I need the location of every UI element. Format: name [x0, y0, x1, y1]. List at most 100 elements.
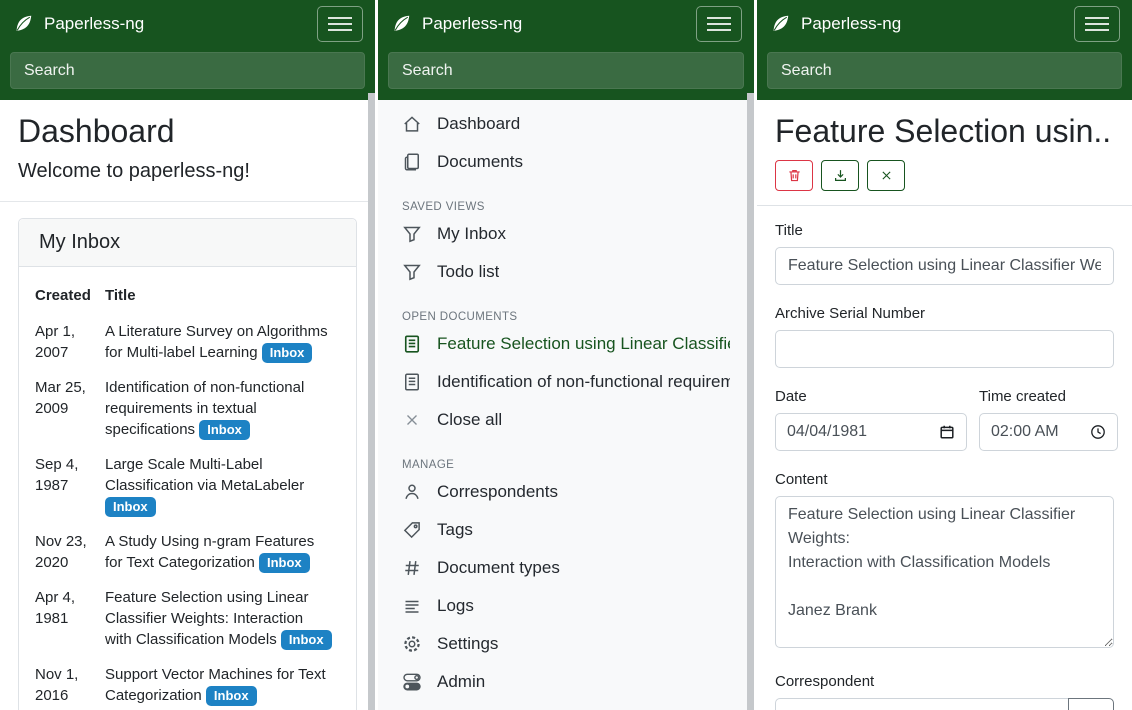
search-input[interactable] — [767, 52, 1122, 89]
time-input[interactable]: 02:00 AM — [979, 413, 1118, 451]
welcome-text: Welcome to paperless-ng! — [18, 160, 357, 183]
toggles-icon — [402, 672, 422, 692]
date-input[interactable]: 04/04/1981 — [775, 413, 967, 451]
inbox-tag-badge[interactable]: Inbox — [281, 630, 332, 650]
hamburger-icon[interactable] — [696, 6, 742, 42]
header-divider — [757, 205, 1132, 206]
date-time-row: Date 04/04/1981 Time created 02:00 AM — [775, 388, 1114, 451]
title-input[interactable] — [775, 247, 1114, 285]
menu-item-open-document-1[interactable]: Feature Selection using Linear Classifie… — [378, 325, 754, 363]
inbox-table: Created Title Apr 1, 2007 A Literature S… — [35, 283, 340, 710]
row-created: Mar 25, 2009 — [35, 370, 105, 447]
row-created: Nov 1, 2016 — [35, 657, 105, 710]
date-field: Date 04/04/1981 — [775, 388, 967, 451]
navbar: Paperless-ng — [0, 0, 375, 48]
table-row[interactable]: Sep 4, 1987 Large Scale Multi-Label Clas… — [35, 447, 340, 524]
inbox-tag-badge[interactable]: Inbox — [206, 686, 257, 706]
asn-label: Archive Serial Number — [775, 305, 1114, 322]
menu-item-documents[interactable]: Documents — [378, 143, 754, 181]
hamburger-icon[interactable] — [317, 6, 363, 42]
menu-item-correspondents[interactable]: Correspondents — [378, 473, 754, 511]
column-header-title: Title — [105, 283, 340, 314]
menu-item-close-all[interactable]: Close all — [378, 401, 754, 439]
clock-icon[interactable] — [1090, 424, 1106, 440]
inbox-tag-badge[interactable]: Inbox — [259, 553, 310, 573]
page-title: Dashboard — [18, 113, 357, 150]
file-text-icon — [402, 372, 422, 392]
asn-input[interactable] — [775, 330, 1114, 368]
scrollbar[interactable] — [368, 93, 375, 710]
menu-item-label: Logs — [437, 596, 474, 616]
row-created: Apr 4, 1981 — [35, 580, 105, 657]
table-row[interactable]: Apr 4, 1981 Feature Selection using Line… — [35, 580, 340, 657]
navbar: Paperless-ng — [378, 0, 754, 48]
menu-item-label: Close all — [437, 410, 502, 430]
download-icon — [833, 168, 848, 183]
hash-icon — [402, 558, 422, 578]
table-row[interactable]: Nov 1, 2016 Support Vector Machines for … — [35, 657, 340, 710]
row-title[interactable]: Large Scale Multi-Label Classification v… — [105, 456, 304, 494]
document-detail-content: Feature Selection usin... — [757, 93, 1132, 710]
inbox-tag-badge[interactable]: Inbox — [199, 420, 250, 440]
document-detail-panel: Paperless-ng Feature Selection usin... — [757, 0, 1132, 710]
menu-item-label: Feature Selection using Linear Classifie… — [437, 334, 730, 354]
table-row[interactable]: Apr 1, 2007 A Literature Survey on Algor… — [35, 314, 340, 370]
add-correspondent-button[interactable]: + — [1068, 698, 1114, 710]
inbox-tag-badge[interactable]: Inbox — [262, 343, 313, 363]
menu-item-tags[interactable]: Tags — [378, 511, 754, 549]
funnel-icon — [402, 262, 422, 282]
menu-item-open-document-2[interactable]: Identification of non-functional require… — [378, 363, 754, 401]
nav-menu: Dashboard Documents SAVED VIEWS My Inbox — [378, 93, 754, 710]
brand[interactable]: Paperless-ng — [769, 13, 901, 35]
calendar-icon[interactable] — [939, 424, 955, 440]
time-field: Time created 02:00 AM — [979, 388, 1118, 451]
correspondent-select[interactable]: Dunja Mladenić — [775, 698, 1069, 710]
asn-field: Archive Serial Number — [775, 305, 1114, 368]
download-button[interactable] — [821, 160, 859, 191]
table-row[interactable]: Nov 23, 2020 A Study Using n-gram Featur… — [35, 524, 340, 580]
delete-button[interactable] — [775, 160, 813, 191]
gear-icon — [402, 634, 422, 654]
section-header-manage: MANAGE — [402, 451, 730, 471]
brand-title: Paperless-ng — [44, 14, 144, 34]
search-input[interactable] — [388, 52, 744, 89]
menu-item-dashboard[interactable]: Dashboard — [378, 105, 754, 143]
close-icon — [402, 410, 422, 430]
menu-item-document-types[interactable]: Document types — [378, 549, 754, 587]
dashboard-content: Dashboard Welcome to paperless-ng! My In… — [0, 93, 375, 710]
time-value: 02:00 AM — [991, 423, 1059, 441]
menu-item-todo-list[interactable]: Todo list — [378, 253, 754, 291]
close-document-button[interactable] — [867, 160, 905, 191]
menu-item-admin[interactable]: Admin — [378, 663, 754, 701]
correspondent-field: Correspondent Dunja Mladenić + — [775, 673, 1114, 710]
brand[interactable]: Paperless-ng — [12, 13, 144, 35]
document-title-heading: Feature Selection usin... — [775, 113, 1114, 150]
time-label: Time created — [979, 388, 1118, 405]
correspondent-label: Correspondent — [775, 673, 1114, 690]
logs-icon — [402, 596, 422, 616]
content-label: Content — [775, 471, 1114, 488]
row-created: Nov 23, 2020 — [35, 524, 105, 580]
menu-item-settings[interactable]: Settings — [378, 625, 754, 663]
paperless-logo-icon — [390, 13, 412, 35]
scrollbar[interactable] — [747, 93, 754, 710]
inbox-tag-badge[interactable]: Inbox — [105, 497, 156, 517]
brand-title: Paperless-ng — [801, 14, 901, 34]
menu-item-label: Documents — [437, 152, 523, 172]
content-textarea[interactable]: Feature Selection using Linear Classifie… — [775, 496, 1114, 648]
menu-item-logs[interactable]: Logs — [378, 587, 754, 625]
hamburger-icon[interactable] — [1074, 6, 1120, 42]
file-text-icon — [402, 334, 422, 354]
menu-item-label: Identification of non-functional require… — [437, 372, 730, 392]
brand[interactable]: Paperless-ng — [390, 13, 522, 35]
title-field: Title — [775, 222, 1114, 285]
document-actions — [775, 160, 1114, 191]
saved-view-card: My Inbox Created Title Apr 1, 2007 — [18, 218, 357, 710]
row-title[interactable]: Feature Selection using Linear Classifie… — [105, 589, 308, 648]
menu-item-label: Admin — [437, 672, 485, 692]
tag-icon — [402, 520, 422, 540]
table-row[interactable]: Mar 25, 2009 Identification of non-funct… — [35, 370, 340, 447]
search-input[interactable] — [10, 52, 365, 89]
menu-item-my-inbox[interactable]: My Inbox — [378, 215, 754, 253]
close-icon — [880, 169, 893, 182]
